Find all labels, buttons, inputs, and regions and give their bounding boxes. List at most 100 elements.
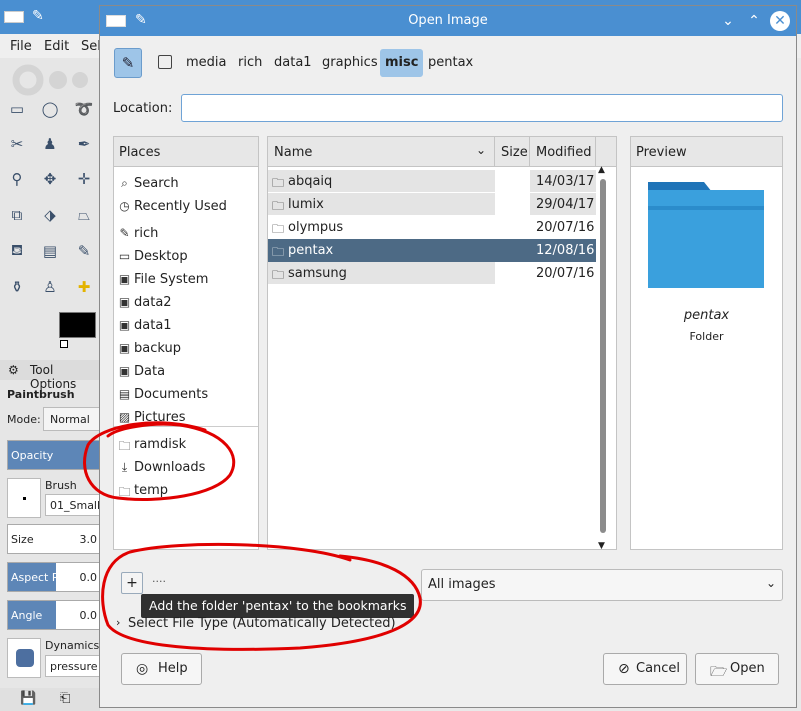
lasso-icon[interactable]: ➰ [73,98,95,120]
open-label: Open [730,661,765,676]
place-data1[interactable]: ▣ data1 [114,314,258,337]
brush-field[interactable]: 01_Small [45,494,100,516]
place-label: Recently Used [134,199,227,214]
place-label: ramdisk [134,437,187,452]
place-downloads[interactable]: ⤓ Downloads [114,456,258,479]
tool-options-tab[interactable]: ⚙ Tool Options [0,360,100,391]
open-image-dialog: ✎ Open Image ⌄ ⌃ ✕ ✎ media rich data1 gr… [99,5,797,708]
ink-icon[interactable]: ⚱ [6,276,28,298]
place-desktop[interactable]: ▭ Desktop [114,245,258,268]
aspect-value: 0.0 [79,571,98,584]
place-data2[interactable]: ▣ data2 [114,291,258,314]
scroll-up-icon[interactable]: ▲ [598,165,605,175]
opacity-label: Opacity [11,449,54,462]
angle-slider[interactable]: Angle 0.0 [7,600,100,630]
crumb-media[interactable]: media [181,49,232,77]
file-list-scrollbar[interactable]: ▲ ▼ [598,165,608,551]
location-input[interactable] [181,94,783,122]
brush-label: Brush [45,479,77,492]
restore-icon[interactable]: ⎗ [60,691,70,706]
dynamics-field[interactable]: pressure [45,655,100,677]
mode-label: Mode: [7,413,41,426]
file-row[interactable]: 🗀 olympus 20/07/16 [268,216,596,239]
minimize-button[interactable]: ⌄ [718,11,738,31]
perspective-icon[interactable]: ⏢ [73,204,95,226]
rotate-icon[interactable]: ⬗ [39,204,61,226]
mode-select[interactable]: Normal [43,407,100,431]
file-row[interactable]: 🗀 lumix 29/04/17 [268,193,596,216]
type-location-toggle[interactable]: ✎ [114,48,142,78]
menu-file[interactable]: File [10,39,32,54]
heal-icon[interactable]: ✚ [73,276,95,298]
ellipse-select-icon[interactable]: ◯ [39,98,61,120]
paths-icon[interactable]: ✒ [73,133,95,155]
column-size[interactable]: Size [495,137,530,167]
crumb-data1[interactable]: data1 [269,49,317,77]
crumb-rich[interactable]: rich [233,49,267,77]
place-backup[interactable]: ▣ backup [114,337,258,360]
place-file-system[interactable]: ▣ File System [114,268,258,291]
paintbrush-icon[interactable]: ✎ [73,240,95,262]
column-name-label: Name [274,145,313,160]
aspect-slider[interactable]: Aspect R... 0.0 [7,562,100,592]
close-button[interactable]: ✕ [770,11,790,31]
file-row[interactable]: 🗀 abqaiq 14/03/17 [268,170,596,193]
pin-icon[interactable]: ✎ [32,8,44,24]
chevron-down-icon: ⌄ [765,576,776,590]
folder-icon: 🗀 [272,222,285,236]
scroll-thumb[interactable] [600,179,606,533]
file-filter-select[interactable]: All images ⌄ [421,569,783,601]
color-picker-icon[interactable]: ⚲ [6,168,28,190]
add-bookmark-button[interactable]: + [121,572,143,594]
place-documents[interactable]: ▤ Documents [114,383,258,406]
move-icon[interactable]: ✥ [39,168,61,190]
gradient-icon[interactable]: ▤ [39,240,61,262]
dynamics-preview[interactable] [7,638,41,678]
file-row[interactable]: 🗀 samsung 20/07/16 [268,262,596,285]
open-button[interactable]: 🗁 Open [695,653,779,685]
place-label: data1 [134,318,172,333]
select-file-type-label: Select File Type (Automatically Detected… [128,616,396,631]
column-modified[interactable]: Modified [530,137,596,167]
file-row-selected[interactable]: 🗀 pentax 12/08/16 [268,239,596,262]
foreground-select-icon[interactable]: ♟ [39,133,61,155]
bucket-fill-icon[interactable]: ⛾ [6,240,28,262]
place-temp[interactable]: 🗀 temp [114,479,258,502]
foreground-color-swatch[interactable] [59,312,96,338]
place-ramdisk[interactable]: 🗀 ramdisk [114,433,258,456]
place-label: Documents [134,387,209,402]
opacity-slider[interactable]: Opacity [7,440,101,470]
place-data[interactable]: ▣ Data [114,360,258,383]
column-name[interactable]: Name ⌄ [268,137,495,167]
file-modified: 12/08/16 [536,243,595,258]
crumb-pentax[interactable]: pentax [423,49,478,77]
place-recently-used[interactable]: ◷ Recently Used [114,195,258,218]
size-slider[interactable]: Size 3.0 [7,524,100,554]
menu-select[interactable]: Sel [81,39,101,54]
scissors-icon[interactable]: ✂ [6,133,28,155]
place-rich[interactable]: ✎ rich [114,222,258,245]
scroll-down-icon[interactable]: ▼ [598,541,605,551]
crop-icon[interactable]: ⧉ [6,204,28,226]
clone-icon[interactable]: ♙ [39,276,61,298]
remove-bookmark-button[interactable]: .... [149,572,169,594]
rect-select-icon[interactable]: ▭ [6,98,28,120]
help-button[interactable]: ◎ Help [121,653,202,685]
cancel-button[interactable]: ⊘ Cancel [603,653,687,685]
align-icon[interactable]: ✛ [73,168,95,190]
crumb-graphics[interactable]: graphics [317,49,383,77]
maximize-button[interactable]: ⌃ [744,11,764,31]
place-label: File System [134,272,209,287]
place-search[interactable]: ⌕ Search [114,172,258,195]
brush-preview[interactable] [7,478,41,518]
reset-colors-icon[interactable] [60,340,68,348]
help-label: Help [158,661,188,676]
pencil-icon: ✎ [121,54,135,72]
save-icon[interactable]: 💾 [20,691,36,706]
folder-preview-icon [648,182,764,288]
places-header: Places [114,137,258,167]
dialog-title: Open Image [408,13,488,28]
drive-icon[interactable] [158,55,172,69]
crumb-misc[interactable]: misc [380,49,424,77]
menu-edit[interactable]: Edit [44,39,69,54]
